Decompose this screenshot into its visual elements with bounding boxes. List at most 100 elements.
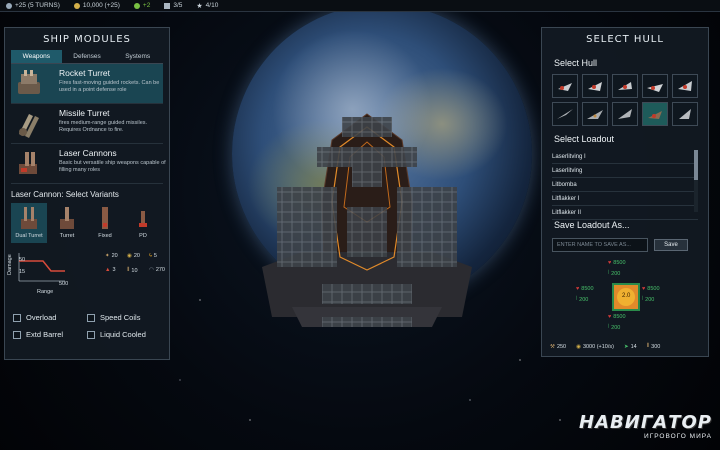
influence-icon [6, 2, 12, 9]
armor-right-shield: ⦚ 200 [642, 296, 655, 303]
stat-b: ◉ 20 [127, 253, 140, 259]
tab-systems[interactable]: Systems [112, 50, 163, 63]
ship-hull-grid[interactable] [262, 112, 472, 337]
hull-option-2[interactable] [582, 74, 608, 98]
star-icon: ★ [196, 2, 203, 10]
missile-turret-icon [19, 114, 39, 138]
tab-defenses[interactable]: Defenses [62, 50, 113, 63]
graph-xlabel: Range [37, 289, 54, 295]
hull-option-8[interactable] [612, 102, 638, 126]
loadout-scrollbar[interactable] [694, 150, 698, 212]
armor-top: ♥ 8500 [608, 260, 626, 266]
hull-option-3[interactable] [612, 74, 638, 98]
summary-mass: ⦀ 300 [646, 343, 661, 350]
armor-diagram: 2.0 ♥ 8500 ⦚ 200 ♥ 8500 ⦚ 200 ♥ 8500 ⦚ 200 ♥ 85… [542, 256, 708, 338]
heart-icon: ♥ [608, 314, 612, 320]
option-liquid-cooled[interactable]: Liquid Cooled [87, 330, 161, 339]
credits-icon [73, 2, 80, 9]
hull-ship-icon [587, 110, 603, 119]
scrollbar-thumb[interactable] [694, 150, 698, 180]
hull-option-5[interactable] [672, 74, 698, 98]
module-laser-cannons[interactable]: Laser Cannons Basic but versatile ship w… [11, 144, 166, 184]
armor-center: 2.0 [622, 293, 631, 299]
graph-y-bottom: 15 [19, 269, 26, 275]
checkbox[interactable] [87, 313, 95, 322]
graph-y-top: 50 [19, 257, 26, 263]
variant-dual-turret[interactable]: Dual Turret [11, 203, 47, 243]
graph-x-right: 500 [59, 281, 69, 287]
loadout-item[interactable]: Litflakker I [552, 192, 698, 206]
loadout-item[interactable]: Laserlitving I [552, 150, 698, 164]
point-defense-icon [139, 211, 147, 227]
save-button[interactable]: Save [654, 239, 688, 251]
resource-bar: +25 (5 TURNS) 10,000 (+25) +2 3/5 ★ 4/10 [0, 0, 720, 12]
mass-icon: ⦀ [646, 343, 650, 349]
hull-ship-icon [618, 109, 632, 119]
loadout-item[interactable]: Litflakker II [552, 206, 698, 220]
hull-option-4[interactable] [642, 74, 668, 98]
hull-subtitle: Select Hull [554, 58, 598, 68]
star-resource: ★ 4/10 [196, 2, 219, 10]
hull-ship-icon [679, 109, 691, 119]
module-name: Rocket Turret [59, 68, 111, 78]
hull-option-6[interactable] [552, 102, 578, 126]
module-rocket-turret[interactable]: Rocket Turret Fires fast-moving guided r… [11, 64, 163, 104]
option-overload[interactable]: Overload [13, 313, 87, 322]
fleet-resource: 3/5 [164, 2, 182, 9]
ammo-icon: ◉ [127, 253, 132, 259]
variant-pd[interactable]: PD [125, 203, 161, 243]
variant-fixed[interactable]: Fixed [87, 203, 123, 243]
module-desc: Basic but versatile ship weapons capable… [59, 160, 166, 173]
laser-cannon-icon [19, 152, 37, 174]
weapon-stats: Damage 50 15 Range 500 ✦ 20 ◉ 20 ϟ5 ▲ 3 ⦀ 10… [7, 245, 165, 307]
turret-icon [60, 207, 74, 229]
hull-option-10[interactable] [672, 102, 698, 126]
summary-hp: ⚒ 250 [550, 343, 567, 350]
hull-ship-icon [558, 83, 572, 91]
stat-a: ✦ 20 [105, 253, 118, 259]
arc-icon: ◠ [149, 267, 154, 273]
hull-option-7[interactable] [582, 102, 608, 126]
armor-top-shield: ⦚ 200 [608, 270, 621, 277]
option-extd-barrel[interactable]: Extd Barrel [13, 330, 87, 339]
hull-grid [552, 74, 698, 126]
hull-ship-icon [647, 84, 663, 92]
hull-option-9[interactable] [642, 102, 668, 126]
ship-modules-title: SHIP MODULES [43, 34, 131, 45]
loadout-list: Laserlitving I Laserlitving Litbomba Lit… [552, 150, 698, 220]
select-hull-panel: SELECT HULL Select Hull Select Loadout L… [541, 27, 709, 357]
variant-list: Dual Turret Turret Fixed PD [11, 203, 163, 243]
armor-bottom: ♥ 8500 [608, 314, 626, 320]
tab-weapons[interactable]: Weapons [11, 50, 62, 63]
heart-icon: ♥ [642, 286, 646, 292]
module-missile-turret[interactable]: Missile Turret fires medium-range guided… [11, 104, 163, 144]
module-desc: Fires fast-moving guided rockets. Can be… [59, 80, 160, 93]
shield-icon: ⦚ [576, 296, 578, 302]
hull-ship-icon [557, 109, 573, 119]
heat-icon: ▲ [105, 267, 111, 273]
hammer-icon: ⚒ [550, 343, 555, 350]
checkbox[interactable] [87, 330, 95, 339]
summary-energy: ◉ 3000 (+10/s) [576, 343, 614, 350]
option-speed-coils[interactable]: Speed Coils [87, 313, 161, 322]
loadout-item[interactable]: Litbomba [552, 178, 698, 192]
stat-f: ◠ 270 [149, 267, 165, 273]
graph-ylabel: Damage [7, 254, 13, 275]
heart-icon: ♥ [576, 286, 580, 292]
checkbox[interactable] [13, 313, 21, 322]
dual-turret-icon [21, 207, 37, 229]
speed-icon: ➤ [623, 343, 629, 350]
ship-modules-panel: SHIP MODULES Weapons Defenses Systems Ro… [4, 27, 170, 360]
module-name: Missile Turret [59, 108, 110, 118]
shield-icon: ⦚ [642, 296, 644, 302]
checkbox[interactable] [13, 330, 21, 339]
hull-option-1[interactable] [552, 74, 578, 98]
fixed-cannon-icon [102, 207, 108, 229]
module-desc: fires medium-range guided missiles. Requ… [59, 120, 148, 133]
variant-turret[interactable]: Turret [49, 203, 85, 243]
stat-e: ⦀ 10 [127, 267, 138, 274]
save-loadout-title: Save Loadout As... [554, 220, 630, 230]
loadout-item[interactable]: Laserlitving [552, 164, 698, 178]
loadout-name-input[interactable]: ENTER NAME TO SAVE AS... [552, 238, 648, 252]
rate-icon: ⦀ [127, 267, 130, 273]
